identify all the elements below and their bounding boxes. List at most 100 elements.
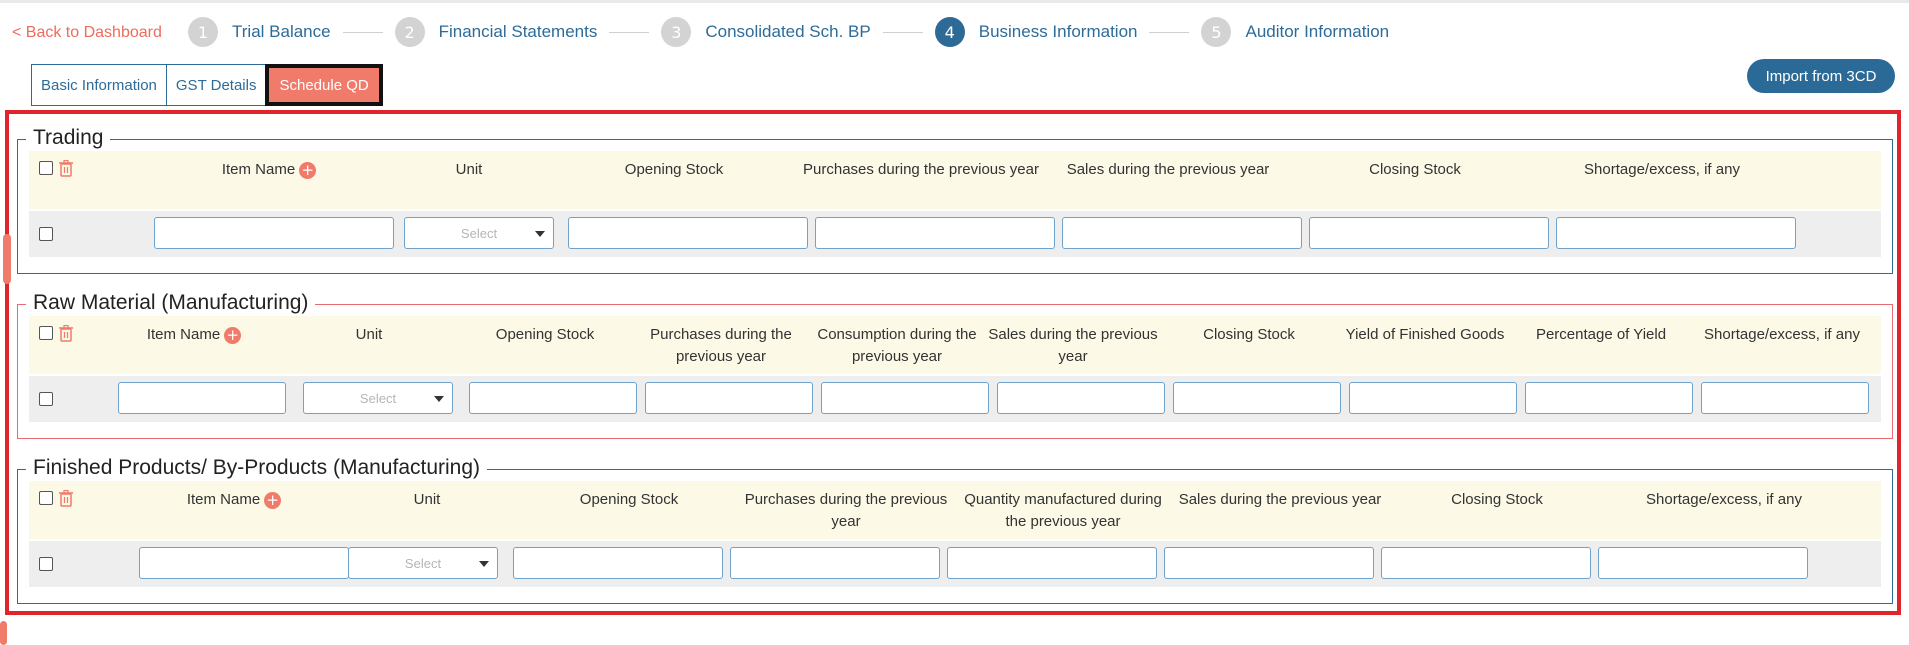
column-header-yield: Yield of Finished Goods — [1345, 326, 1505, 343]
step-auditor-information[interactable]: 5 Auditor Information — [1201, 17, 1389, 47]
column-header-percentage-yield: Percentage of Yield — [1535, 326, 1667, 343]
step-number: 5 — [1201, 17, 1232, 47]
select-all-checkbox[interactable] — [39, 161, 53, 175]
trading-section: Trading Item Name + Unit Opening Stock Pu… — [17, 126, 1893, 274]
step-number: 2 — [394, 17, 425, 47]
finished-products-section: Finished Products/ By-Products (Manufact… — [17, 456, 1893, 604]
header-label: Item Name — [146, 326, 221, 343]
add-item-icon[interactable]: + — [264, 491, 282, 509]
opening-stock-input[interactable] — [568, 217, 808, 249]
trash-icon[interactable] — [59, 325, 73, 342]
chevron-down-icon — [479, 561, 489, 567]
tab-schedule-qd[interactable]: Schedule QD — [265, 64, 383, 106]
purchases-input[interactable] — [730, 547, 940, 579]
section-title: Finished Products/ By-Products (Manufact… — [26, 456, 488, 480]
row-checkbox[interactable] — [39, 392, 53, 406]
step-trial-balance[interactable]: 1 Trial Balance — [188, 17, 331, 47]
consumption-input[interactable] — [821, 382, 989, 414]
table-header: Item Name + Unit Opening Stock Purchases … — [29, 481, 1881, 539]
column-header-item-name: Item Name + — [149, 159, 389, 181]
table-header: Item Name + Unit Opening Stock Purchases … — [29, 151, 1881, 209]
sales-input[interactable] — [997, 382, 1165, 414]
add-item-icon[interactable]: + — [224, 326, 242, 344]
step-label: Business Information — [978, 22, 1138, 41]
side-handle[interactable] — [0, 621, 7, 645]
yield-input[interactable] — [1349, 382, 1517, 414]
unit-select[interactable]: Select — [404, 217, 554, 249]
side-handle[interactable] — [3, 234, 11, 284]
section-title: Trading — [26, 126, 111, 150]
header: < Back to Dashboard 1 Trial Balance 2 Fi… — [0, 12, 1909, 56]
shortage-excess-input[interactable] — [1598, 547, 1808, 579]
trash-icon[interactable] — [59, 160, 73, 177]
step-business-information[interactable]: 4 Business Information — [934, 17, 1138, 47]
table-row: Select — [29, 376, 1881, 422]
column-header-closing-stock: Closing Stock — [1451, 491, 1543, 508]
sales-input[interactable] — [1164, 547, 1374, 579]
step-connector — [1149, 31, 1190, 33]
table-header: Item Name + Unit Opening Stock Purchases … — [29, 316, 1881, 374]
import-from-3cd-button[interactable]: Import from 3CD — [1747, 59, 1895, 93]
back-to-dashboard-link[interactable]: < Back to Dashboard — [12, 24, 162, 42]
select-placeholder: Select — [359, 390, 397, 406]
column-header-sales: Sales during the previous year — [1066, 161, 1270, 178]
column-header-closing-stock: Closing Stock — [1203, 326, 1295, 343]
opening-stock-input[interactable] — [513, 547, 723, 579]
select-all-checkbox[interactable] — [39, 326, 53, 340]
column-header-unit: Unit — [413, 491, 441, 508]
sales-input[interactable] — [1062, 217, 1302, 249]
closing-stock-input[interactable] — [1173, 382, 1341, 414]
quantity-manufactured-input[interactable] — [947, 547, 1157, 579]
chevron-down-icon — [535, 231, 545, 237]
column-header-shortage-excess: Shortage/excess, if any — [1584, 161, 1740, 178]
column-header-closing-stock: Closing Stock — [1369, 161, 1461, 178]
item-name-input[interactable] — [139, 547, 349, 579]
step-connector — [342, 31, 383, 33]
select-placeholder: Select — [460, 225, 498, 241]
shortage-excess-input[interactable] — [1701, 382, 1869, 414]
unit-select[interactable]: Select — [303, 382, 453, 414]
column-header-purchases: Purchases during the previous year — [803, 161, 1039, 178]
unit-select[interactable]: Select — [348, 547, 498, 579]
closing-stock-input[interactable] — [1381, 547, 1591, 579]
table-row: Select — [29, 211, 1881, 257]
top-border — [0, 0, 1909, 3]
column-header-opening-stock: Opening Stock — [495, 326, 595, 343]
schedule-qd-panel: Trading Item Name + Unit Opening Stock Pu… — [3, 110, 1901, 615]
step-number: 1 — [188, 17, 218, 47]
percentage-yield-input[interactable] — [1525, 382, 1693, 414]
select-all-checkbox[interactable] — [39, 491, 53, 505]
column-header-shortage-excess: Shortage/excess, if any — [1646, 491, 1802, 508]
section-title: Raw Material (Manufacturing) — [26, 291, 316, 315]
chevron-down-icon — [434, 396, 444, 402]
closing-stock-input[interactable] — [1309, 217, 1549, 249]
column-header-opening-stock: Opening Stock — [579, 491, 679, 508]
row-checkbox[interactable] — [39, 557, 53, 571]
tab-gst-details[interactable]: GST Details — [165, 64, 267, 106]
item-name-input[interactable] — [118, 382, 286, 414]
opening-stock-input[interactable] — [469, 382, 637, 414]
trash-icon[interactable] — [59, 490, 73, 507]
table-row: Select — [29, 541, 1881, 587]
purchases-input[interactable] — [645, 382, 813, 414]
tab-basic-information[interactable]: Basic Information — [31, 64, 167, 106]
header-label: Item Name — [221, 161, 296, 178]
item-name-input[interactable] — [154, 217, 394, 249]
step-financial-statements[interactable]: 2 Financial Statements — [394, 17, 597, 47]
purchases-input[interactable] — [815, 217, 1055, 249]
row-checkbox[interactable] — [39, 227, 53, 241]
column-header-sales: Sales during the previous year — [988, 326, 1158, 365]
raw-material-section: Raw Material (Manufacturing) Item Name + … — [17, 291, 1893, 439]
column-header-unit: Unit — [455, 161, 483, 178]
step-label: Auditor Information — [1245, 22, 1390, 41]
column-header-sales: Sales during the previous year — [1178, 491, 1382, 508]
step-number: 3 — [661, 17, 692, 47]
column-header-purchases: Purchases during the previous year — [744, 491, 948, 530]
step-connector — [882, 31, 923, 33]
column-header-unit: Unit — [355, 326, 383, 343]
step-consolidated-sch-bp[interactable]: 3 Consolidated Sch. BP — [661, 17, 871, 47]
add-item-icon[interactable]: + — [299, 161, 317, 179]
column-header-quantity-manufactured: Quantity manufactured during the previou… — [964, 491, 1162, 530]
column-header-consumption: Consumption during the previous year — [817, 326, 977, 365]
shortage-excess-input[interactable] — [1556, 217, 1796, 249]
